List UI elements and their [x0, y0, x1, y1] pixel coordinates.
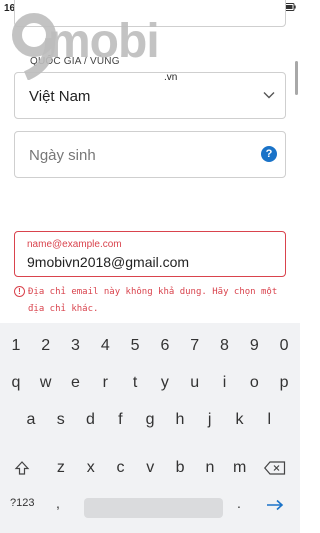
letter-key[interactable]: l [254, 405, 284, 435]
letter-key[interactable]: t [120, 368, 150, 398]
spacebar[interactable] [84, 498, 223, 518]
letter-key[interactable]: c [106, 453, 136, 483]
country-value: Việt Nam [29, 88, 91, 105]
letter-key[interactable]: g [135, 405, 165, 435]
number-key[interactable]: 6 [150, 331, 180, 361]
letter-key[interactable]: q [1, 368, 31, 398]
letter-key[interactable]: m [225, 453, 255, 483]
letter-key[interactable]: u [180, 368, 210, 398]
letter-key[interactable]: f [105, 405, 135, 435]
letter-key[interactable]: v [135, 453, 165, 483]
number-key[interactable]: 3 [61, 331, 91, 361]
email-error-text: Địa chỉ email này không khả dụng. Hãy ch… [28, 287, 278, 314]
period-key[interactable]: . [237, 495, 241, 511]
country-region-label: QUỐC GIA / VÙNG [30, 56, 120, 67]
birthdate-field[interactable]: Ngày sinh ? [14, 131, 286, 178]
letter-key[interactable]: p [269, 368, 299, 398]
scrollbar-thumb[interactable] [295, 61, 298, 95]
letter-key[interactable]: a [16, 405, 46, 435]
birthdate-placeholder: Ngày sinh [29, 147, 96, 164]
number-key[interactable]: 9 [239, 331, 269, 361]
letter-key[interactable]: o [239, 368, 269, 398]
number-key[interactable]: 8 [210, 331, 240, 361]
shift-icon[interactable] [14, 461, 30, 475]
keyboard-row-2: asdfghjkl [0, 405, 300, 435]
letter-key[interactable]: i [210, 368, 240, 398]
email-input-value[interactable]: 9mobivn2018@gmail.com [27, 254, 189, 270]
email-field-label: name@example.com [27, 239, 122, 250]
letter-key[interactable]: j [195, 405, 225, 435]
email-field[interactable]: name@example.com 9mobivn2018@gmail.com [14, 231, 286, 277]
letter-key[interactable]: n [195, 453, 225, 483]
letter-key[interactable]: x [76, 453, 106, 483]
letter-key[interactable]: d [76, 405, 106, 435]
number-key[interactable]: 4 [90, 331, 120, 361]
letter-key[interactable]: z [46, 453, 76, 483]
letter-key[interactable]: h [165, 405, 195, 435]
error-icon: ! [14, 286, 25, 297]
number-key[interactable]: 2 [31, 331, 61, 361]
letter-key[interactable]: k [225, 405, 255, 435]
number-key[interactable]: 7 [180, 331, 210, 361]
keyboard-row-3: zxcvbnm [0, 453, 300, 483]
symbols-key[interactable]: ?123 [10, 497, 34, 509]
keyboard-number-row: 1234567890 [0, 331, 300, 361]
email-error: ! Địa chỉ email này không khả dụng. Hãy … [14, 284, 286, 318]
enter-arrow-icon[interactable] [266, 499, 284, 511]
keyboard-bottom-row: ?123 , . [0, 495, 300, 525]
number-key[interactable]: 1 [1, 331, 31, 361]
keyboard-row-1: qwertyuiop [0, 368, 300, 398]
backspace-icon[interactable] [264, 461, 286, 475]
letter-key[interactable]: b [165, 453, 195, 483]
soft-keyboard: 1234567890 qwertyuiop asdfghjkl zxcvbnm … [0, 323, 300, 533]
name-field[interactable] [14, 0, 286, 27]
number-key[interactable]: 5 [120, 331, 150, 361]
comma-key[interactable]: , [56, 495, 60, 511]
number-key[interactable]: 0 [269, 331, 299, 361]
letter-key[interactable]: e [61, 368, 91, 398]
letter-key[interactable]: w [31, 368, 61, 398]
chevron-down-icon [263, 92, 275, 99]
country-select[interactable]: Việt Nam [14, 72, 286, 119]
help-icon[interactable]: ? [261, 146, 277, 162]
letter-key[interactable]: y [150, 368, 180, 398]
letter-key[interactable]: r [90, 368, 120, 398]
letter-key[interactable]: s [46, 405, 76, 435]
